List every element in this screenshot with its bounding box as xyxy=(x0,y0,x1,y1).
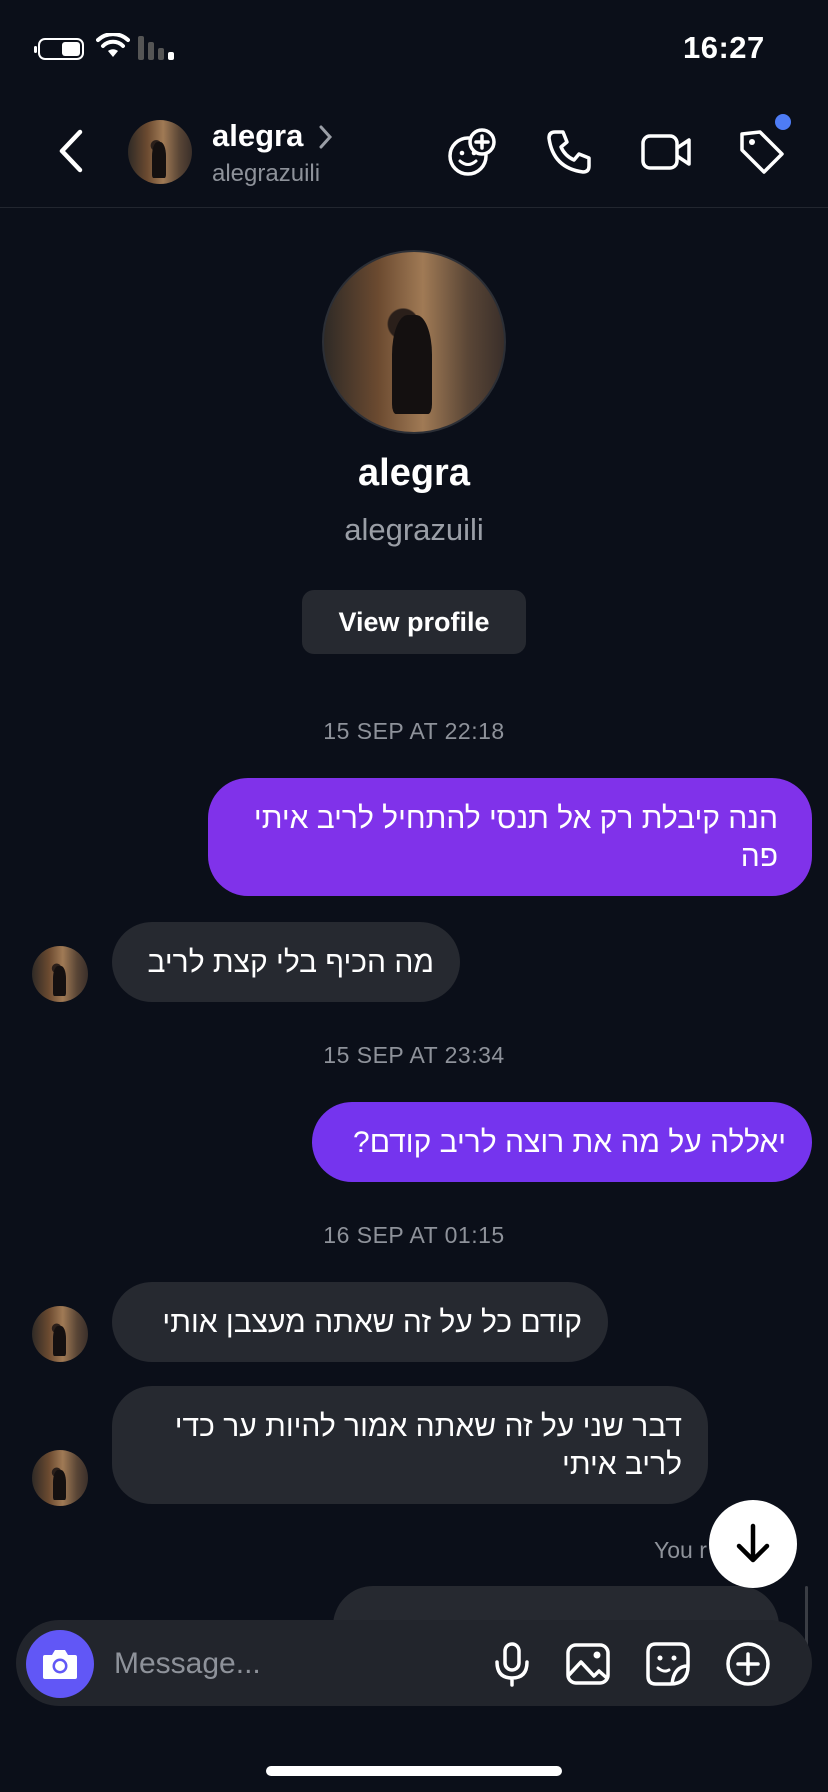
video-camera-icon[interactable] xyxy=(640,126,692,178)
received-message[interactable]: דבר שני על זה שאתה אמור להיות ער כדי לרי… xyxy=(112,1386,708,1504)
camera-icon xyxy=(43,1650,77,1679)
arrow-down-icon xyxy=(736,1523,770,1563)
camera-button[interactable] xyxy=(26,1630,94,1698)
message-avatar[interactable] xyxy=(32,1306,88,1362)
received-message[interactable]: קודם כל על זה שאתה מעצבן אותי xyxy=(112,1282,608,1362)
status-time: 16:27 xyxy=(683,30,765,65)
notification-dot xyxy=(775,114,791,130)
add-circle-icon[interactable] xyxy=(724,1640,772,1688)
sent-message[interactable]: הנה קיבלת רק אל תנסי להתחיל לריב איתי פה xyxy=(208,778,812,896)
header-avatar[interactable] xyxy=(128,120,192,184)
timestamp: 15 SEP AT 23:34 xyxy=(323,1042,505,1068)
sent-message[interactable]: יאללה על מה את רוצה לריב קודם? xyxy=(312,1102,812,1182)
header-name[interactable]: alegra xyxy=(212,118,303,154)
cellular-signal-icon xyxy=(138,36,174,60)
sticker-icon[interactable] xyxy=(644,1640,692,1688)
home-indicator xyxy=(266,1766,562,1776)
profile-username: alegrazuili xyxy=(344,512,484,547)
profile-name: alegra xyxy=(358,452,470,494)
timestamp: 15 SEP AT 22:18 xyxy=(323,718,505,744)
microphone-icon[interactable] xyxy=(488,1640,536,1688)
back-arrow-icon[interactable] xyxy=(50,126,90,176)
phone-icon[interactable] xyxy=(543,126,595,178)
message-avatar[interactable] xyxy=(32,1450,88,1506)
received-message[interactable]: מה הכיף בלי קצת לריב xyxy=(112,922,460,1002)
message-avatar[interactable] xyxy=(32,946,88,1002)
view-profile-button[interactable]: View profile xyxy=(302,590,526,654)
gallery-icon[interactable] xyxy=(564,1640,612,1688)
profile-avatar[interactable] xyxy=(322,250,506,434)
chat-header xyxy=(0,100,828,208)
wifi-icon xyxy=(96,33,130,57)
scroll-down-button[interactable] xyxy=(709,1500,797,1588)
battery-icon xyxy=(34,38,84,60)
sticker-add-icon[interactable] xyxy=(446,126,498,178)
chevron-right-icon[interactable] xyxy=(318,124,334,150)
header-username[interactable]: alegrazuili xyxy=(212,160,320,188)
seen-status: You r xyxy=(654,1537,707,1563)
message-input[interactable] xyxy=(112,1640,476,1688)
timestamp: 16 SEP AT 01:15 xyxy=(323,1222,505,1248)
tag-icon[interactable] xyxy=(736,126,788,178)
